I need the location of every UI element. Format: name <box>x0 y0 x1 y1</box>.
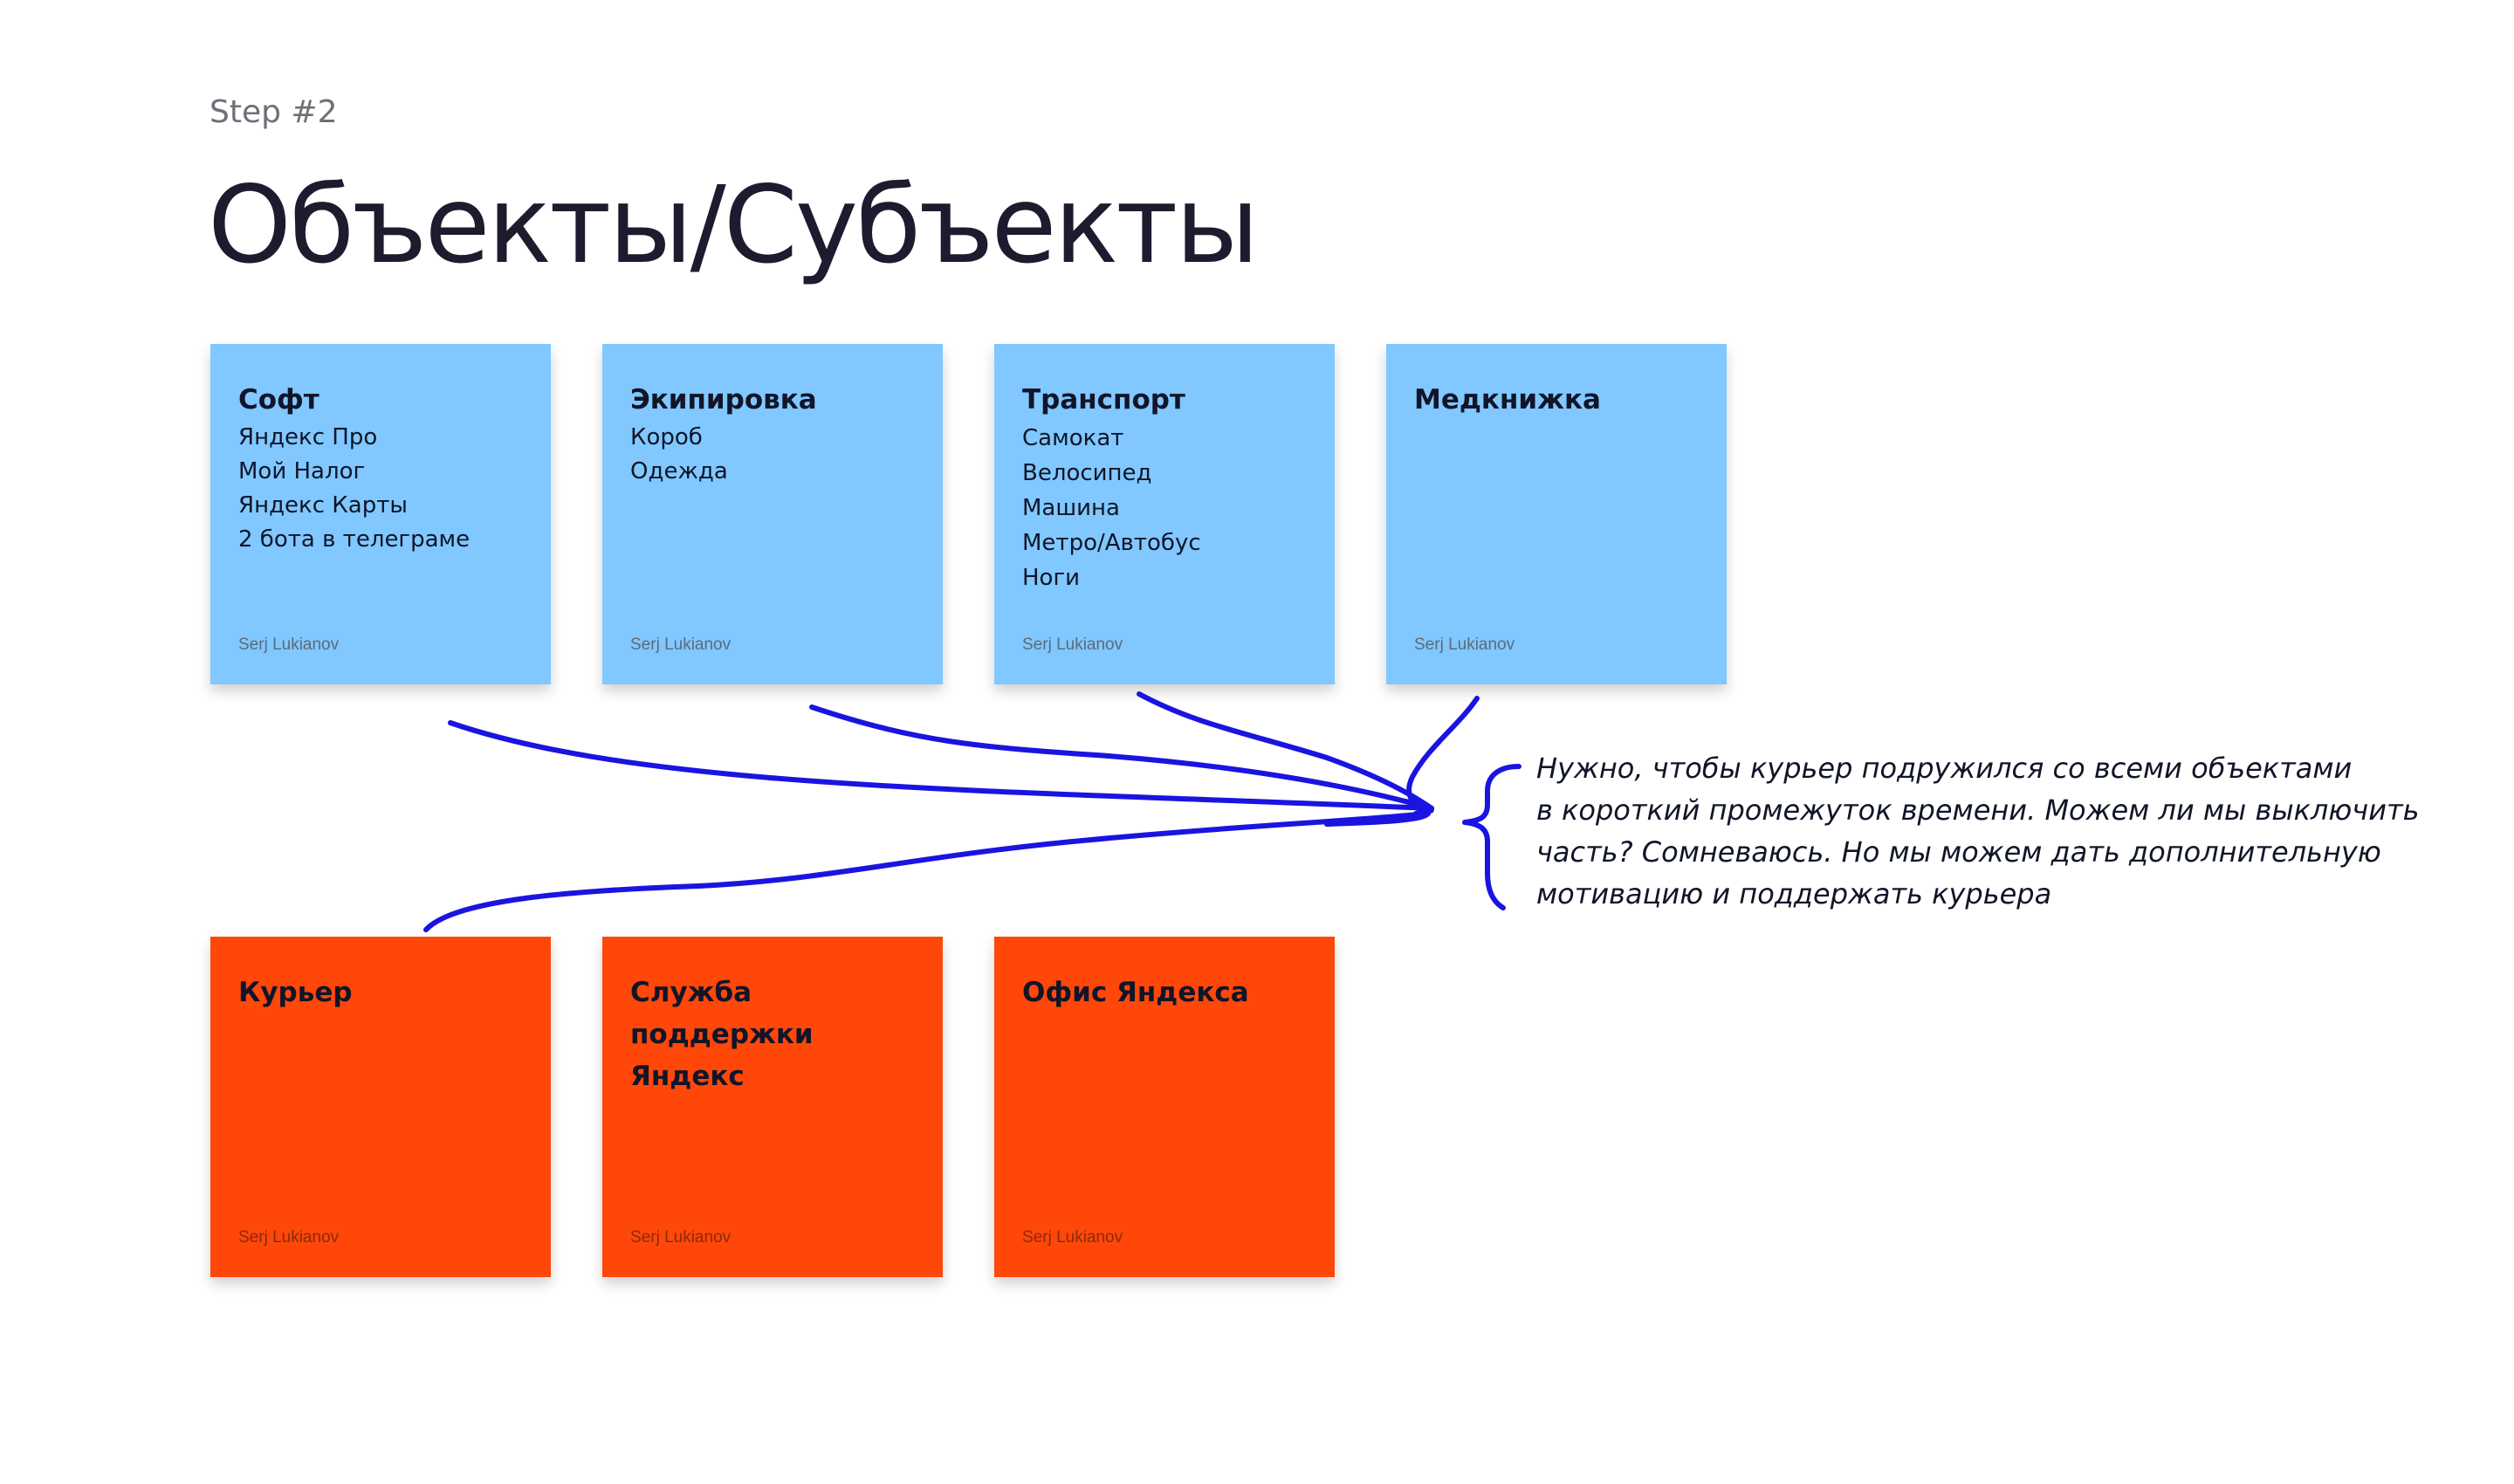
sticky-note-medbook[interactable]: Медкнижка Serj Lukianov <box>1386 344 1727 684</box>
sticky-item: Велосипед <box>1022 460 1152 486</box>
sticky-item: Метро/Автобус <box>1022 530 1201 556</box>
sticky-note-support[interactable]: Служба поддержки Яндекс Serj Lukianov <box>602 937 943 1277</box>
sticky-title: Курьер <box>238 977 353 1008</box>
connector-courier <box>423 811 1431 932</box>
sticky-note-office[interactable]: Офис Яндекса Serj Lukianov <box>994 937 1335 1277</box>
sticky-item: 2 бота в телеграме <box>238 526 471 553</box>
connector-courier-end <box>1324 811 1431 827</box>
sticky-author: Serj Lukianov <box>630 636 732 654</box>
connector-equipment <box>809 704 1434 811</box>
connector-arrow-head <box>1403 799 1434 816</box>
connector-medbook <box>1406 696 1480 814</box>
sticky-note-transport[interactable]: Транспорт Самокат Велосипед Машина Метро… <box>994 344 1335 684</box>
sticky-item: Ноги <box>1022 565 1081 591</box>
sticky-author: Serj Lukianov <box>238 636 340 654</box>
sticky-item: Короб <box>630 424 703 450</box>
step-label: Step #2 <box>210 94 338 130</box>
sticky-title: Медкнижка <box>1414 384 1601 416</box>
curly-brace <box>1462 764 1521 910</box>
sticky-title: Офис Яндекса <box>1022 977 1249 1008</box>
sticky-author: Serj Lukianov <box>630 1228 732 1247</box>
sticky-item: Одежда <box>630 458 728 484</box>
sticky-note-courier[interactable]: Курьер Serj Lukianov <box>210 937 551 1277</box>
connector-transport <box>1137 691 1434 811</box>
sticky-title: Экипировка <box>630 384 817 416</box>
sticky-note-soft[interactable]: Софт Яндекс Про Мой Налог Яндекс Карты 2… <box>210 344 551 684</box>
sticky-item: Самокат <box>1022 425 1124 451</box>
sticky-item: Яндекс Про <box>238 424 378 450</box>
sticky-title: Софт <box>238 384 319 416</box>
sticky-author: Serj Lukianov <box>238 1228 340 1247</box>
page-title: Объекты/Субъекты <box>208 163 1260 287</box>
sticky-author: Serj Lukianov <box>1022 1228 1123 1247</box>
sticky-item: Машина <box>1022 495 1120 521</box>
sticky-note-equipment[interactable]: Экипировка Короб Одежда Serj Lukianov <box>602 344 943 684</box>
connector-soft <box>448 720 1434 811</box>
annotation-note: Нужно, чтобы курьер подружился со всеми … <box>1536 752 2420 910</box>
sticky-author: Serj Lukianov <box>1022 636 1123 654</box>
sticky-item: Мой Налог <box>238 458 366 484</box>
sticky-title: Служба поддержки Яндекс <box>630 977 814 1092</box>
sticky-author: Serj Lukianov <box>1414 636 1515 654</box>
sticky-title: Транспорт <box>1022 384 1185 416</box>
sticky-item: Яндекс Карты <box>238 492 408 519</box>
